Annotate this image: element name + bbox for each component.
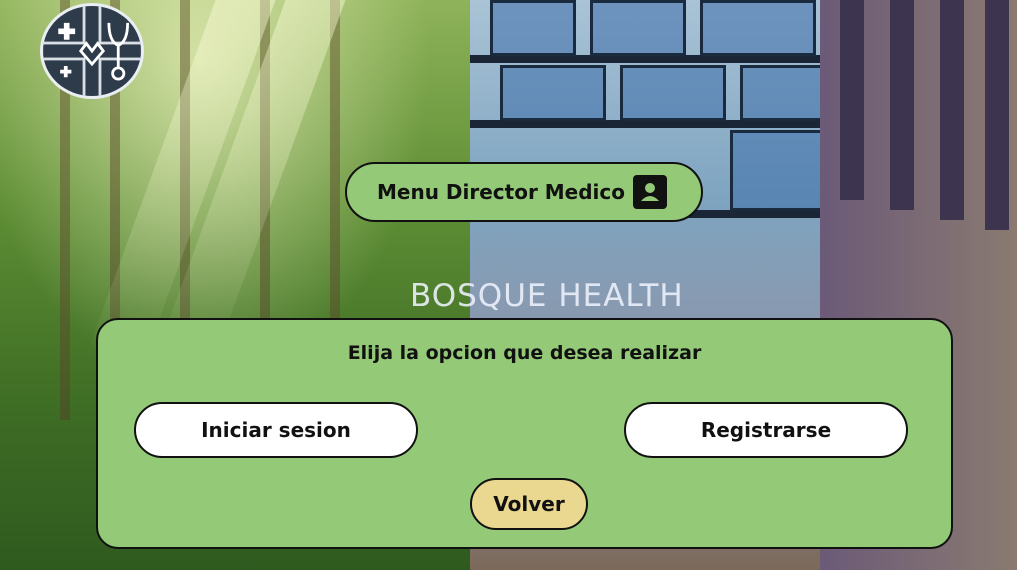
building-floor xyxy=(470,55,830,63)
building-window xyxy=(840,0,864,200)
medical-cross-stethoscope-icon xyxy=(43,6,141,96)
building-window xyxy=(740,65,826,121)
building-window xyxy=(730,130,826,211)
building-floor xyxy=(470,120,830,128)
login-button[interactable]: Iniciar sesion xyxy=(134,402,418,458)
building-window xyxy=(940,0,964,220)
building-window xyxy=(490,0,576,56)
back-button[interactable]: Volver xyxy=(470,478,588,530)
page-title-banner: Menu Director Medico xyxy=(345,162,703,222)
building-window xyxy=(700,0,816,56)
user-icon xyxy=(633,175,668,209)
register-button[interactable]: Registrarse xyxy=(624,402,908,458)
options-panel: Elija la opcion que desea realizar Inici… xyxy=(96,318,953,549)
page-title: Menu Director Medico xyxy=(377,180,626,204)
instruction-text: Elija la opcion que desea realizar xyxy=(347,342,702,364)
building-window xyxy=(985,0,1009,230)
building-sign: BOSQUE HEALTH xyxy=(410,278,684,314)
building-window xyxy=(500,65,606,121)
building-window xyxy=(620,65,726,121)
app-logo xyxy=(40,3,144,99)
building-window xyxy=(590,0,686,56)
building-window xyxy=(890,0,914,210)
